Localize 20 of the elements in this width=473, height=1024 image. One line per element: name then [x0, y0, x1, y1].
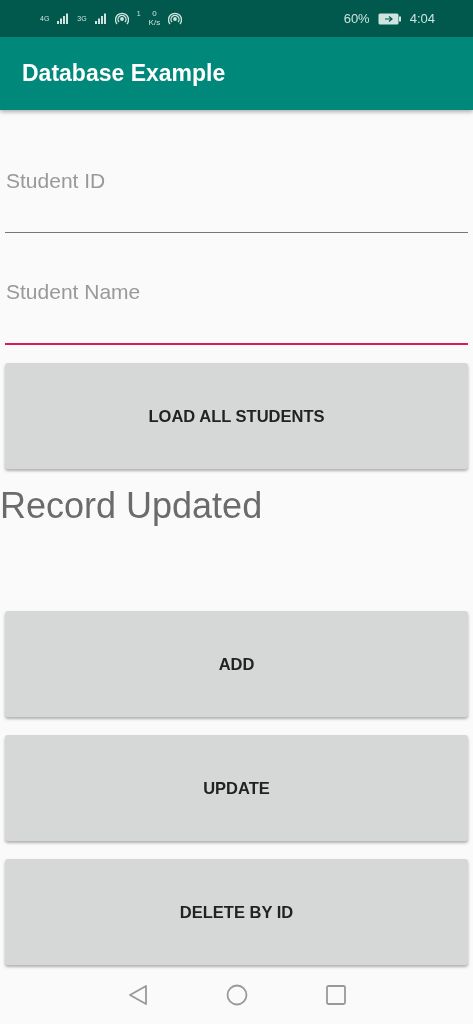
text-field[interactable]: Student Name — [5, 265, 468, 345]
load-students-button[interactable]: LOAD ALL STUDENTS — [5, 363, 468, 469]
clock: 4:04 — [409, 11, 435, 26]
hotspot-icon — [168, 11, 183, 26]
speed-unit: K/s — [148, 18, 161, 28]
back-icon[interactable] — [127, 984, 148, 1006]
app-title: Database Example — [22, 60, 226, 87]
speed-value: 0 — [152, 9, 157, 19]
recents-icon[interactable] — [325, 985, 346, 1005]
action-button[interactable]: DELETE BY ID — [5, 859, 468, 965]
status-message: Record Updated — [0, 485, 263, 526]
signal-icon — [94, 13, 107, 24]
text-field[interactable]: Student ID — [5, 153, 468, 233]
signal-icon — [57, 13, 70, 24]
home-icon[interactable] — [225, 984, 248, 1006]
battery-percent: 60% — [343, 11, 370, 26]
action-button[interactable]: UPDATE — [5, 735, 468, 841]
hotspot-icon — [114, 11, 129, 26]
action-button[interactable]: ADD — [5, 611, 468, 717]
battery-icon — [377, 12, 402, 25]
